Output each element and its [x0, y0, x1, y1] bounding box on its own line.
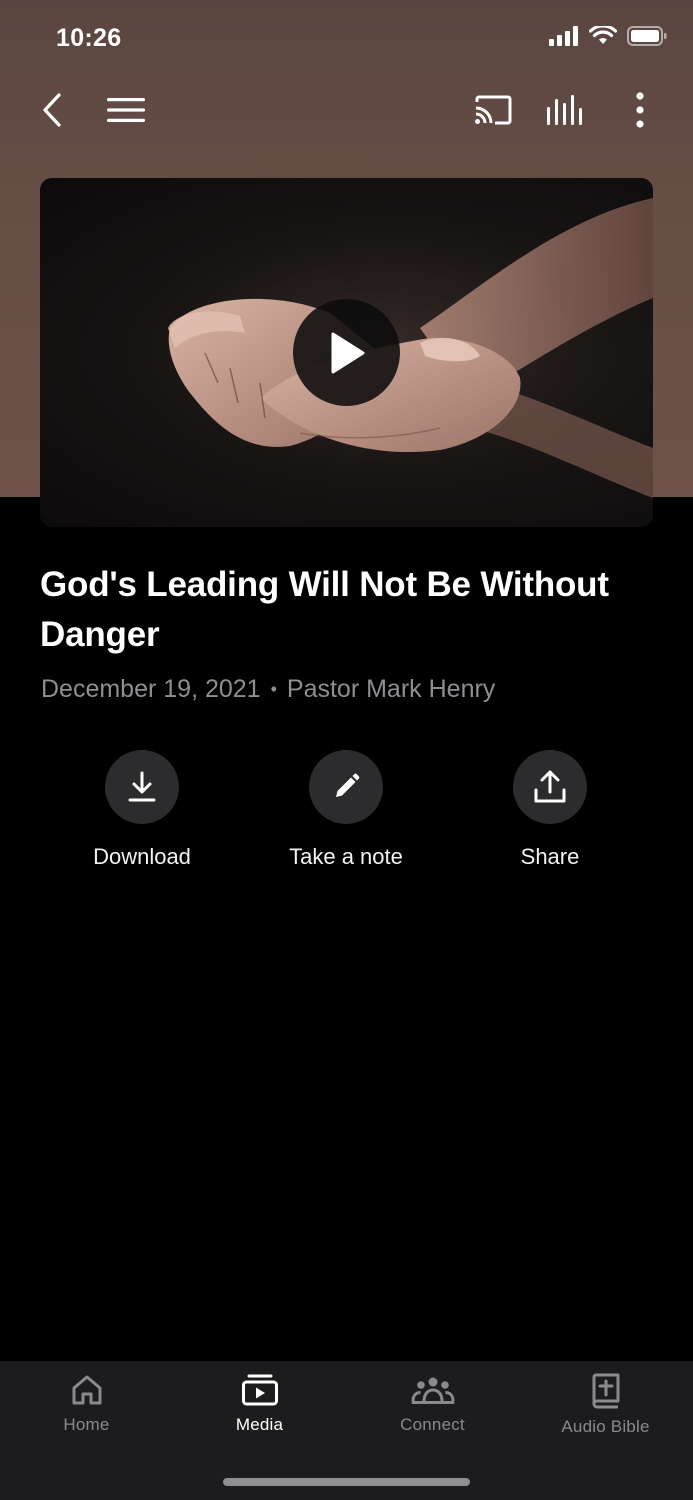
- play-button[interactable]: [293, 299, 400, 406]
- tab-connect[interactable]: Connect: [346, 1373, 519, 1453]
- media-date: December 19, 2021: [41, 675, 261, 703]
- media-detail-screen: 10:26 God's Leading Will Not Be Without …: [0, 0, 693, 1500]
- cast-button[interactable]: [471, 88, 515, 132]
- share-label: Share: [520, 844, 580, 869]
- status-icons: [549, 26, 667, 46]
- pencil-icon: [336, 773, 360, 797]
- download-button[interactable]: Download: [52, 750, 232, 870]
- media-icon: [241, 1374, 278, 1406]
- home-indicator[interactable]: [223, 1478, 470, 1486]
- tab-audio-bible-label: Audio Bible: [561, 1417, 650, 1436]
- home-icon: [72, 1375, 101, 1405]
- tab-home[interactable]: Home: [0, 1373, 173, 1453]
- battery-icon: [627, 26, 667, 46]
- wifi-icon: [589, 26, 617, 44]
- action-row: Download Take a note Share: [0, 750, 693, 880]
- cast-icon: [475, 95, 512, 125]
- bible-icon: [592, 1373, 619, 1409]
- share-button[interactable]: Share: [460, 750, 640, 870]
- tab-home-label: Home: [63, 1415, 110, 1434]
- status-time: 10:26: [56, 24, 122, 52]
- status-bar: 10:26: [0, 0, 693, 78]
- tab-media-label: Media: [235, 1415, 284, 1434]
- download-icon: [128, 771, 156, 802]
- tab-bar: Home Media Connect Audio Bible: [0, 1361, 693, 1500]
- tab-audio-bible[interactable]: Audio Bible: [519, 1373, 692, 1453]
- audio-button[interactable]: [544, 88, 588, 132]
- take-note-label: Take a note: [289, 844, 403, 869]
- media-meta: December 19, 2021 • Pastor Mark Henry: [41, 675, 495, 704]
- play-icon: [331, 332, 364, 373]
- meta-separator: •: [270, 679, 277, 699]
- signal-icon: [549, 26, 578, 46]
- back-button[interactable]: [30, 88, 74, 132]
- tab-connect-label: Connect: [400, 1415, 465, 1434]
- people-icon: [411, 1377, 454, 1404]
- back-chevron-icon: [43, 93, 61, 127]
- tab-media[interactable]: Media: [173, 1373, 346, 1453]
- take-note-circle[interactable]: [309, 750, 383, 824]
- menu-icon: [107, 98, 145, 122]
- video-thumbnail[interactable]: [40, 178, 653, 527]
- menu-button[interactable]: [104, 88, 148, 132]
- more-vertical-icon: [636, 92, 644, 128]
- take-note-button[interactable]: Take a note: [256, 750, 436, 870]
- media-title: God's Leading Will Not Be Without Danger: [40, 565, 609, 654]
- audio-bars-icon: [547, 95, 582, 125]
- more-button[interactable]: [618, 88, 662, 132]
- download-circle[interactable]: [105, 750, 179, 824]
- share-circle[interactable]: [513, 750, 587, 824]
- media-speaker: Pastor Mark Henry: [286, 675, 496, 703]
- top-navigation: [0, 80, 693, 140]
- share-icon: [534, 770, 566, 803]
- download-label: Download: [93, 844, 191, 869]
